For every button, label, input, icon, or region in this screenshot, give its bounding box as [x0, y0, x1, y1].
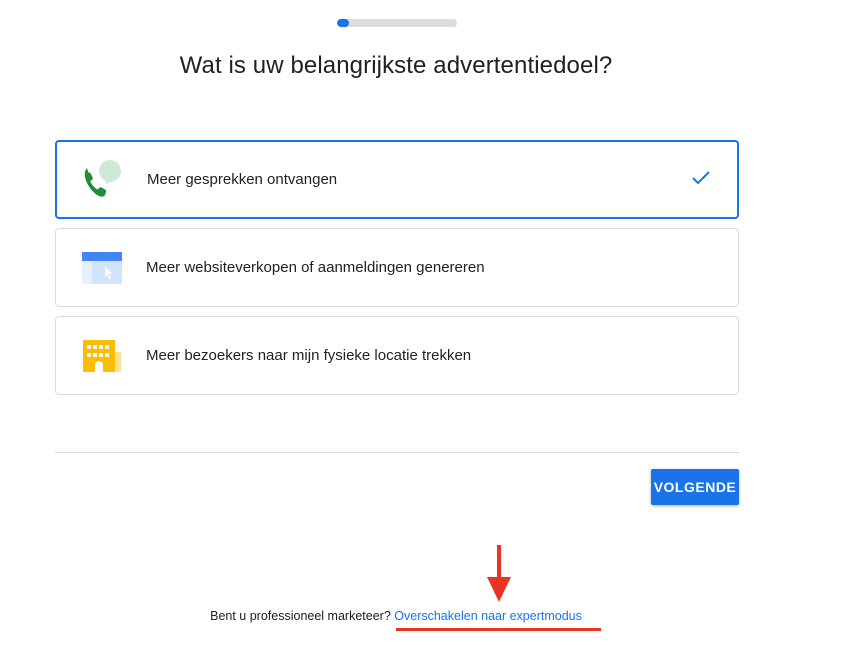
goal-option-website[interactable]: Meer websiteverkopen of aanmeldingen gen… — [55, 228, 739, 307]
expert-mode-link[interactable]: Overschakelen naar expertmodus — [394, 609, 582, 623]
goal-option-visits[interactable]: Meer bezoekers naar mijn fysieke locatie… — [55, 316, 739, 395]
goal-option-label: Meer gesprekken ontvangen — [147, 171, 338, 188]
divider — [55, 452, 739, 453]
goal-options: Meer gesprekken ontvangen Meer websiteve… — [55, 140, 739, 404]
progress-bar — [337, 19, 457, 27]
expert-mode-footer: Bent u professioneel marketeer? Overscha… — [0, 609, 792, 623]
phone-chat-icon — [57, 142, 147, 217]
next-button[interactable]: VOLGENDE — [651, 469, 739, 505]
footer-question: Bent u professioneel marketeer? — [210, 609, 391, 623]
goal-option-calls[interactable]: Meer gesprekken ontvangen — [55, 140, 739, 219]
storefront-building-icon — [56, 317, 146, 394]
annotation-underline — [396, 628, 601, 631]
annotation-arrow-icon — [486, 545, 512, 608]
goal-option-label: Meer websiteverkopen of aanmeldingen gen… — [146, 259, 485, 276]
progress-bar-fill — [337, 19, 349, 27]
checkmark-icon — [691, 169, 711, 190]
goal-option-label: Meer bezoekers naar mijn fysieke locatie… — [146, 347, 472, 364]
page-title: Wat is uw belangrijkste advertentiedoel? — [179, 52, 613, 79]
browser-cursor-icon — [56, 229, 146, 306]
